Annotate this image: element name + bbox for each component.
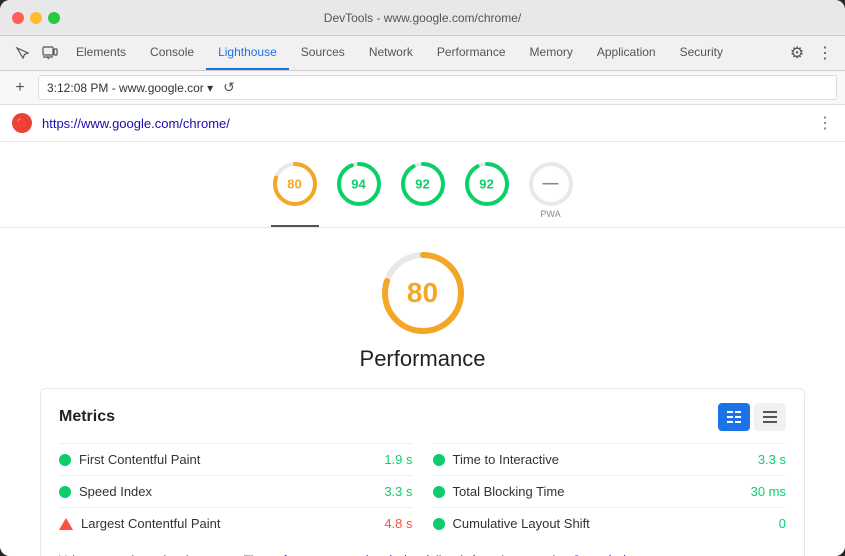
tbt-status-dot [433,486,445,498]
tab-security[interactable]: Security [668,36,735,70]
score-pwa[interactable]: — PWA [527,160,575,227]
lighthouse-panel: 🔴 https://www.google.com/chrome/ ⋮ 80 [0,105,845,556]
big-score-container: 80 Performance [40,248,805,372]
maximize-button[interactable] [48,12,60,24]
fcp-value: 1.9 s [384,452,412,467]
big-score-circle: 80 [378,248,468,338]
tti-value: 3.3 s [758,452,786,467]
cursor-icon[interactable] [8,36,36,70]
tab-memory[interactable]: Memory [518,36,585,70]
title-bar: DevTools - www.google.com/chrome/ [0,0,845,36]
tab-lighthouse[interactable]: Lighthouse [206,36,289,70]
score-circle-pwa: — [527,160,575,208]
browser-window: DevTools - www.google.com/chrome/ Elemen… [0,0,845,556]
metric-tti: Time to Interactive 3.3 s [433,443,787,475]
big-score-title: Performance [360,346,486,372]
lh-url-bar: 🔴 https://www.google.com/chrome/ ⋮ [0,105,845,142]
tab-application[interactable]: Application [585,36,668,70]
pwa-score-value: — [543,175,559,193]
metrics-header: Metrics [59,403,786,431]
tbt-value: 30 ms [751,484,786,499]
url-more-icon[interactable]: ⋮ [817,113,833,133]
close-button[interactable] [12,12,24,24]
tti-name: Time to Interactive [453,452,750,467]
metrics-title: Metrics [59,408,115,426]
fcp-status-dot [59,454,71,466]
score-circle-access: 94 [335,160,383,208]
tbt-name: Total Blocking Time [453,484,743,499]
score-performance[interactable]: 80 [271,160,319,227]
address-text: 3:12:08 PM - www.google.cor ▾ [47,81,213,95]
page-url: https://www.google.com/chrome/ [42,116,807,131]
best-score-value: 92 [415,177,429,192]
metrics-grid: First Contentful Paint 1.9 s Speed Index… [59,443,786,539]
more-options-icon[interactable]: ⋮ [813,41,837,65]
settings-icon[interactable]: ⚙ [785,41,809,65]
new-tab-button[interactable]: + [8,76,32,100]
si-value: 3.3 s [384,484,412,499]
list-view-button[interactable] [754,403,786,431]
score-seo[interactable]: 92 [463,160,511,227]
cls-status-dot [433,518,445,530]
metrics-left-column: First Contentful Paint 1.9 s Speed Index… [59,443,413,539]
lcp-value: 4.8 s [384,516,412,531]
score-accessibility[interactable]: 94 [335,160,383,227]
big-score-value: 80 [407,277,438,309]
tab-network[interactable]: Network [357,36,425,70]
reload-icon[interactable]: ↺ [223,79,235,96]
metrics-section: Metrics [40,388,805,556]
metric-cls: Cumulative Layout Shift 0 [433,507,787,539]
minimize-button[interactable] [30,12,42,24]
score-circle-seo: 92 [463,160,511,208]
fcp-name: First Contentful Paint [79,452,376,467]
grid-view-button[interactable] [718,403,750,431]
metrics-view-toggle [718,403,786,431]
metric-fcp: First Contentful Paint 1.9 s [59,443,413,475]
lh-main-content: 80 Performance Metrics [0,228,845,556]
access-score-value: 94 [351,177,365,192]
window-title: DevTools - www.google.com/chrome/ [324,11,521,25]
lcp-name: Largest Contentful Paint [81,516,376,531]
tab-sources[interactable]: Sources [289,36,357,70]
metric-si: Speed Index 3.3 s [59,475,413,507]
cls-name: Cumulative Layout Shift [453,516,771,531]
score-circles-row: 80 94 [0,142,845,228]
si-name: Speed Index [79,484,376,499]
cls-value: 0 [779,516,786,531]
seo-score-value: 92 [479,177,493,192]
metric-tbt: Total Blocking Time 30 ms [433,475,787,507]
devtools-right-actions: ⚙ ⋮ [785,36,845,70]
metric-lcp: Largest Contentful Paint 4.8 s [59,507,413,539]
devtools-tab-bar: Elements Console Lighthouse Sources Netw… [0,36,845,71]
tab-elements[interactable]: Elements [64,36,138,70]
tti-status-dot [433,454,445,466]
score-circle-perf: 80 [271,160,319,208]
score-circle-best: 92 [399,160,447,208]
pwa-label: PWA [540,209,560,219]
tab-console[interactable]: Console [138,36,206,70]
score-best-practices[interactable]: 92 [399,160,447,227]
device-toolbar-icon[interactable] [36,36,64,70]
tab-performance[interactable]: Performance [425,36,518,70]
browser-toolbar: + 3:12:08 PM - www.google.cor ▾ ↺ [0,71,845,105]
traffic-lights [12,12,60,24]
lighthouse-icon: 🔴 [12,113,32,133]
perf-score-value: 80 [287,177,301,192]
si-status-dot [59,486,71,498]
metrics-right-column: Time to Interactive 3.3 s Total Blocking… [433,443,787,539]
address-bar[interactable]: 3:12:08 PM - www.google.cor ▾ ↺ [38,75,837,100]
lcp-status-triangle [59,518,73,530]
